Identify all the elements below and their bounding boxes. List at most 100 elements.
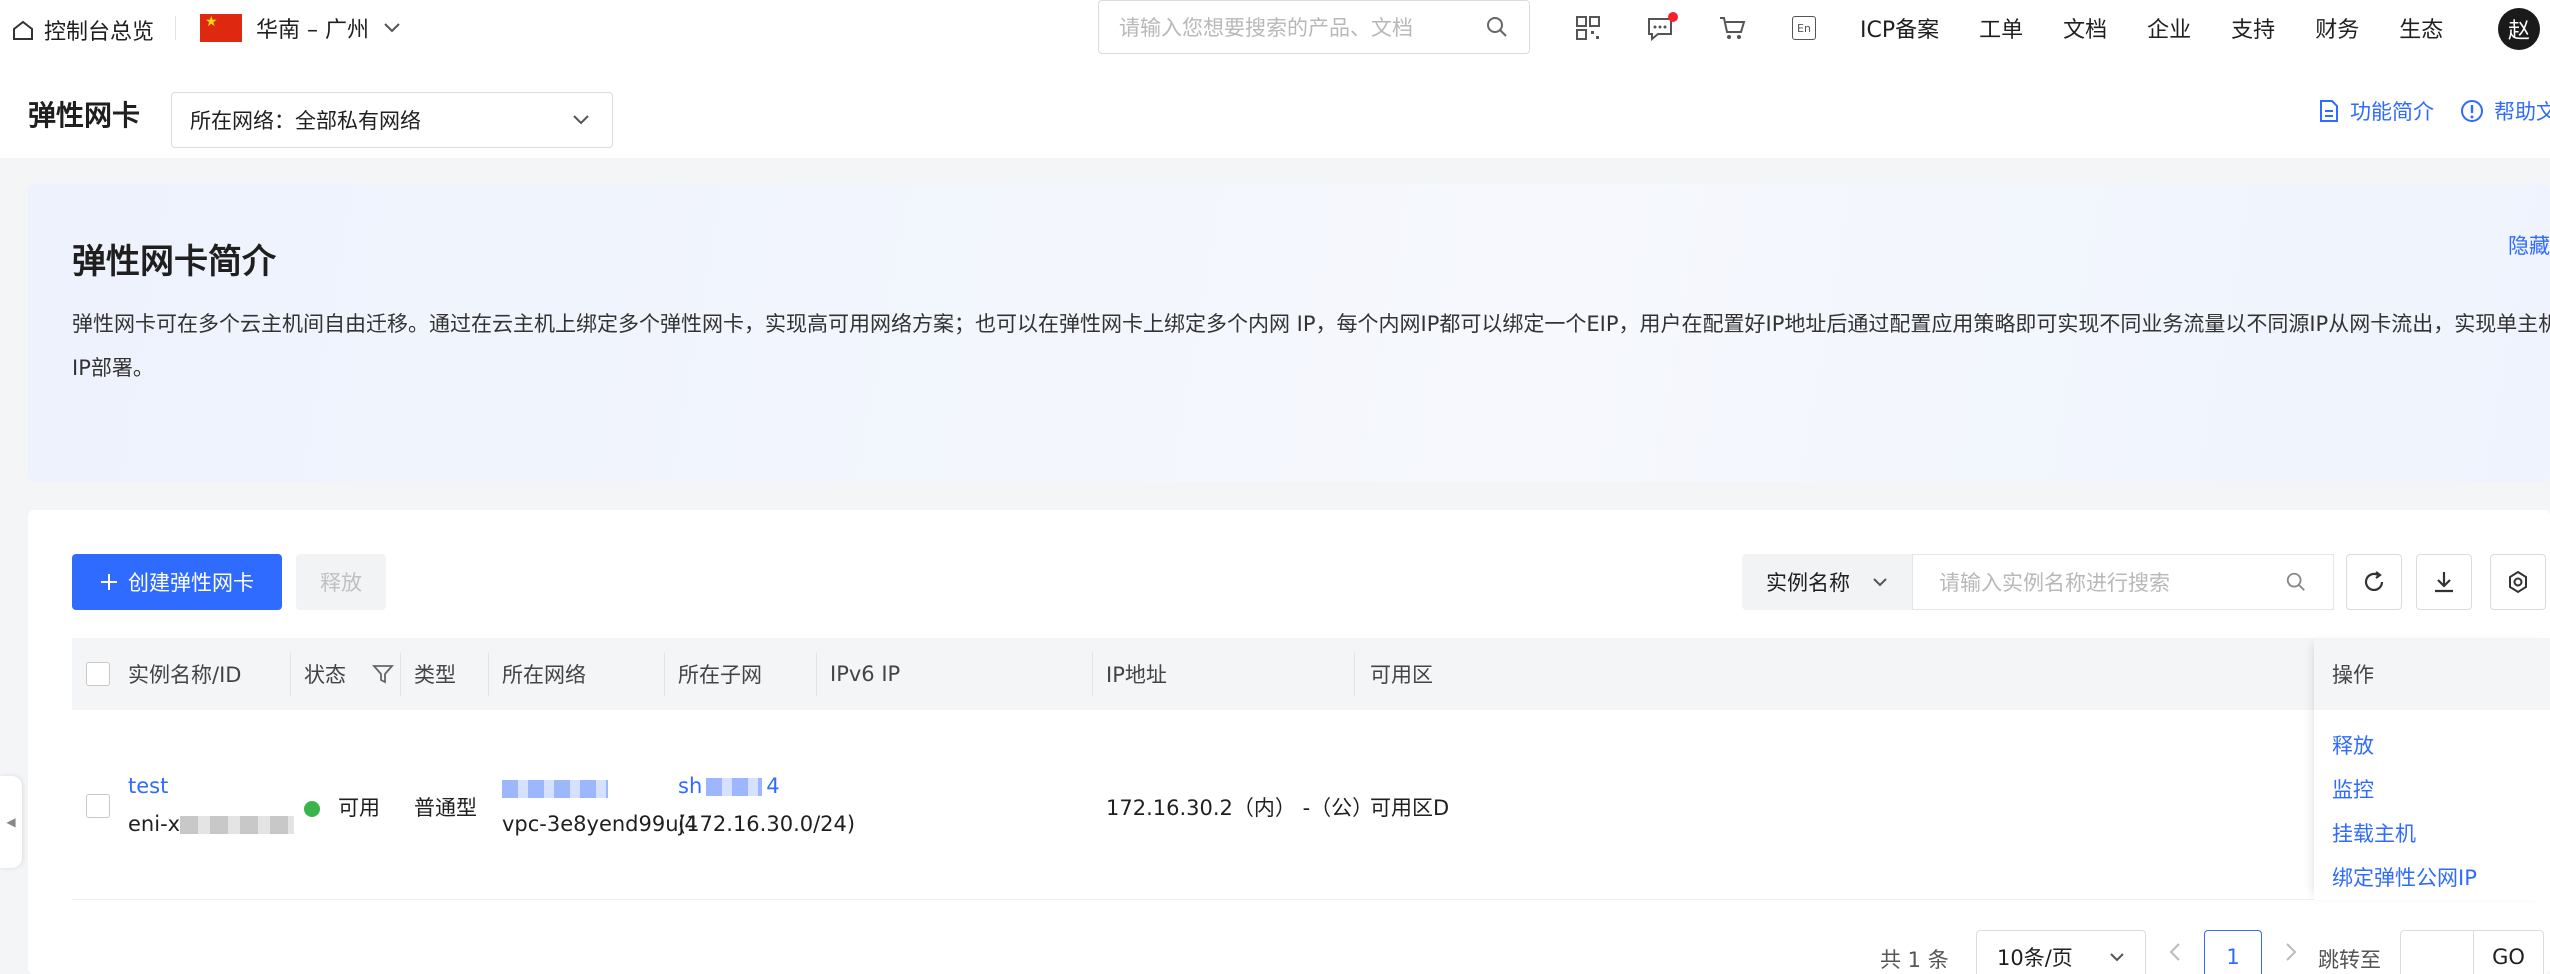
network-select-value: 所在网络：全部私有网络 xyxy=(190,109,421,133)
chevron-left-icon: ◀ xyxy=(6,815,16,829)
prev-page-icon[interactable] xyxy=(2168,942,2182,967)
sidebar-collapse-handle[interactable]: ◀ xyxy=(0,776,22,868)
next-page-icon[interactable] xyxy=(2284,942,2298,967)
status-badge: 可用 xyxy=(304,792,380,822)
language-icon[interactable]: En xyxy=(1786,12,1822,44)
column-divider xyxy=(290,652,291,696)
help-label: 帮助文 xyxy=(2494,100,2550,124)
monitor-action[interactable]: 监控 xyxy=(2332,774,2550,804)
attach-host-action[interactable]: 挂载主机 xyxy=(2332,818,2550,848)
page-1-button[interactable]: 1 xyxy=(2204,930,2262,974)
china-flag-icon xyxy=(200,14,242,42)
subnet-cidr: (172.16.30.0/24) xyxy=(678,812,856,836)
zone-cell: 可用区D xyxy=(1370,796,1450,820)
page-size-value: 10条/页 xyxy=(1997,946,2073,970)
refresh-button[interactable] xyxy=(2346,554,2402,610)
download-icon xyxy=(2435,572,2453,593)
cart-icon[interactable] xyxy=(1714,12,1750,44)
refresh-icon xyxy=(2364,571,2384,591)
checkbox[interactable] xyxy=(86,662,110,686)
nav-ecosystem[interactable]: 生态 xyxy=(2399,12,2443,44)
gear-icon xyxy=(2509,570,2527,594)
col-subnet: 所在子网 xyxy=(678,663,762,687)
console-home-label: 控制台总览 xyxy=(44,20,155,45)
checkbox[interactable] xyxy=(86,794,110,818)
redacted-mask xyxy=(180,816,295,834)
status-label: 可用 xyxy=(338,796,380,820)
chevron-down-icon xyxy=(573,115,589,125)
intro-description: 弹性网卡可在多个云主机间自由迁移。通过在云主机上绑定多个弹性网卡，实现高可用网络… xyxy=(72,312,2550,380)
feature-intro-link[interactable]: 功能简介 xyxy=(2318,96,2434,126)
subnet-prefix: sh xyxy=(678,774,703,798)
download-button[interactable] xyxy=(2416,554,2472,610)
col-status-label: 状态 xyxy=(304,663,346,687)
search-icon[interactable] xyxy=(2285,571,2307,593)
filter-icon[interactable] xyxy=(372,663,394,685)
col-ip: IP地址 xyxy=(1106,663,1167,687)
create-eni-button[interactable]: 创建弹性网卡 xyxy=(72,554,282,610)
nav-enterprise[interactable]: 企业 xyxy=(2147,12,2191,44)
redacted-mask xyxy=(706,778,763,796)
total-count: 共 1 条 xyxy=(1880,948,1949,972)
nav-support[interactable]: 支持 xyxy=(2231,12,2275,44)
go-button[interactable]: GO xyxy=(2474,930,2544,974)
page-size-select[interactable]: 10条/页 xyxy=(1976,930,2146,974)
settings-button[interactable] xyxy=(2490,554,2546,610)
home-icon xyxy=(13,20,33,40)
col-network: 所在网络 xyxy=(502,663,586,687)
plus-icon xyxy=(101,574,117,590)
region-selector[interactable]: 华南 – 广州 xyxy=(200,12,401,44)
subnet-link[interactable]: sh 4 xyxy=(678,774,780,798)
intro-card: 弹性网卡简介 隐藏 弹性网卡可在多个云主机间自由迁移。通过在云主机上绑定多个弹性… xyxy=(28,184,2550,482)
jump-label: 跳转至 xyxy=(2318,948,2381,972)
nav-icp[interactable]: ICP备案 xyxy=(1860,12,1939,44)
divider xyxy=(175,16,176,40)
info-icon xyxy=(2461,100,2483,122)
feature-intro-label: 功能简介 xyxy=(2350,100,2434,124)
search-field-label: 实例名称 xyxy=(1766,571,1850,595)
type-cell: 普通型 xyxy=(414,796,477,820)
eni-list-card: 创建弹性网卡 释放 实例名称 请输入实例名称进行搜索 实例名称/ID 状态 类型… xyxy=(28,510,2550,974)
row-actions: 释放 监控 挂载主机 绑定弹性公网IP xyxy=(2314,710,2550,892)
release-button[interactable]: 释放 xyxy=(296,554,386,610)
nav-finance[interactable]: 财务 xyxy=(2315,12,2359,44)
redacted-mask xyxy=(502,780,608,798)
nav-ticket[interactable]: 工单 xyxy=(1979,12,2023,44)
col-ipv6: IPv6 IP xyxy=(830,662,901,686)
language-icon-text: En xyxy=(1792,16,1816,40)
instance-search-placeholder: 请输入实例名称进行搜索 xyxy=(1939,571,2170,595)
column-divider xyxy=(1092,652,1093,696)
vpc-id: vpc-3e8yend99uj4 xyxy=(502,812,698,836)
select-all-checkbox[interactable] xyxy=(86,638,110,710)
header-links: 功能简介 帮助文 xyxy=(2318,96,2550,126)
topbar-nav-links: ICP备案 工单 文档 企业 支持 财务 生态 xyxy=(1860,12,2443,44)
table-header: 实例名称/ID 状态 类型 所在网络 所在子网 IPv6 IP IP地址 可用区 xyxy=(72,638,2550,710)
intro-title: 弹性网卡简介 xyxy=(72,242,276,282)
jump-page-input[interactable] xyxy=(2400,930,2474,974)
qrcode-icon[interactable] xyxy=(1570,12,1606,44)
avatar[interactable]: 赵 xyxy=(2498,8,2540,50)
page-header: 弹性网卡 所在网络：全部私有网络 功能简介 帮助文 xyxy=(0,70,2550,158)
instance-search-input[interactable]: 请输入实例名称进行搜索 xyxy=(1912,554,2334,610)
bind-eip-action[interactable]: 绑定弹性公网IP xyxy=(2332,862,2550,892)
search-icon[interactable] xyxy=(1485,15,1509,39)
column-divider xyxy=(664,652,665,696)
console-home-link[interactable]: 控制台总览 xyxy=(12,14,154,46)
global-search-input[interactable]: 请输入您想要搜索的产品、文档 xyxy=(1098,0,1530,54)
chevron-down-icon xyxy=(2110,953,2124,962)
page-title: 弹性网卡 xyxy=(28,99,141,132)
create-eni-label: 创建弹性网卡 xyxy=(128,571,254,595)
message-icon[interactable] xyxy=(1642,12,1678,44)
search-field-select[interactable]: 实例名称 xyxy=(1742,554,1912,610)
row-checkbox[interactable] xyxy=(86,794,110,818)
intro-hide-link[interactable]: 隐藏 xyxy=(2508,230,2550,260)
vpc-name-link[interactable] xyxy=(502,776,608,800)
instance-name-link[interactable]: test xyxy=(128,774,168,798)
table-row: test eni-x 可用 普通型 vpc-3e8yend99uj4 sh 4 (… xyxy=(72,710,2550,900)
status-dot-icon xyxy=(304,801,320,817)
help-link[interactable]: 帮助文 xyxy=(2460,96,2550,126)
network-select[interactable]: 所在网络：全部私有网络 xyxy=(171,92,613,148)
release-action[interactable]: 释放 xyxy=(2332,730,2550,760)
region-label: 华南 – 广州 xyxy=(256,18,369,43)
nav-docs[interactable]: 文档 xyxy=(2063,12,2107,44)
